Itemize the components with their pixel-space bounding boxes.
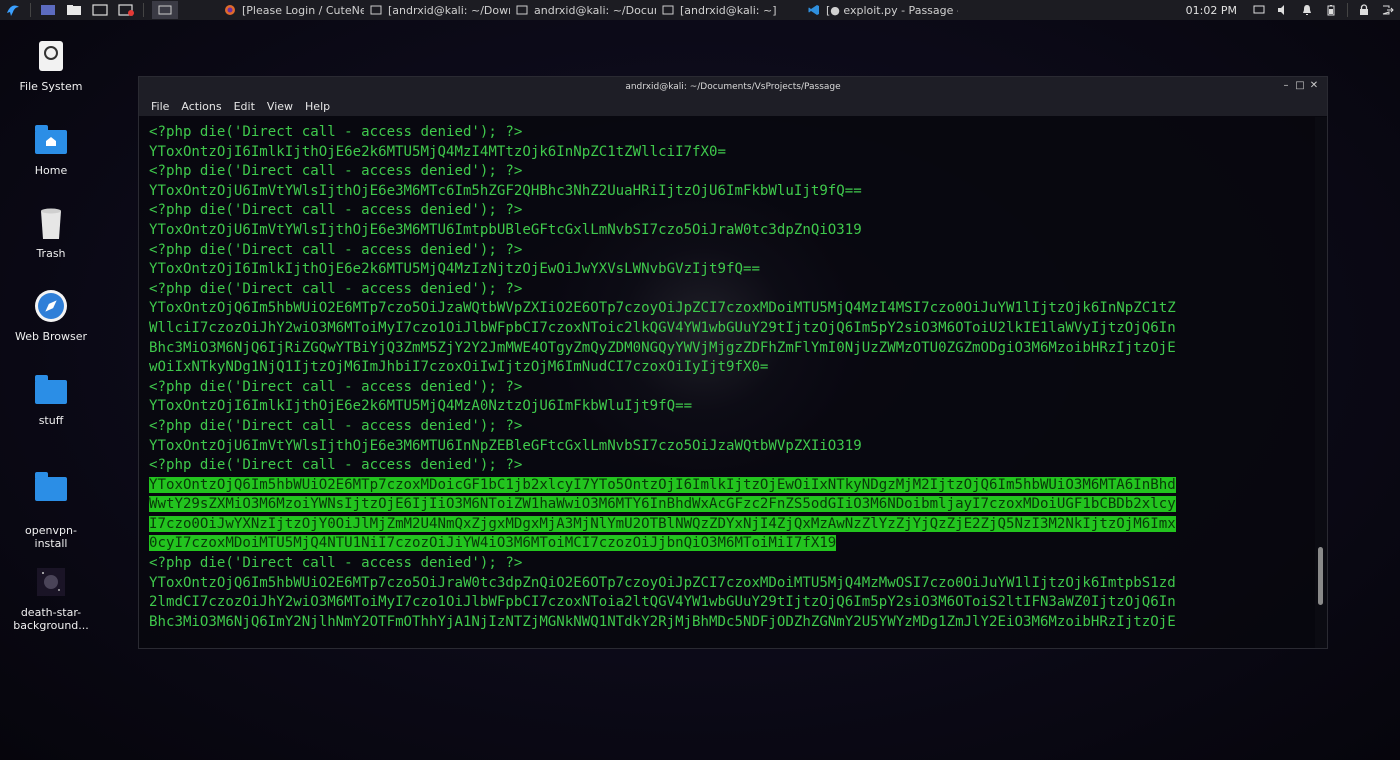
terminal-line: <?php die('Direct call - access denied')… xyxy=(149,457,523,474)
desktop-icon-web-browser[interactable]: Web Browser xyxy=(6,288,96,343)
maximize-icon[interactable]: □ xyxy=(1293,80,1307,92)
notification-icon[interactable] xyxy=(1300,3,1314,17)
terminal-line: <?php die('Direct call - access denied')… xyxy=(149,124,523,140)
terminal-line: YToxOntzOjU6ImVtYWlsIjthOjE6e3M6MTU6Imtp… xyxy=(149,221,862,238)
firefox-icon xyxy=(225,5,235,15)
selected-line: YToxOntzOjQ6Im5hbWUiO2E6MTp7czoxMDoicGF1… xyxy=(149,476,1176,493)
terminal-line: wOiIxNTkyNDg1NjQ1IjtzOjM6ImJhbiI7czoxOiI… xyxy=(149,359,769,376)
terminal-line: YToxOntzOjU6ImVtYWlsIjthOjE6e3M6MTc6Im5h… xyxy=(149,182,862,199)
folder-icon xyxy=(33,372,69,408)
terminal-line: Bhc3MiO3M6NjQ6IjRiZGQwYTBiYjQ3ZmM5ZjY2Y2… xyxy=(149,339,1176,356)
home-folder-icon xyxy=(33,122,69,158)
task-terminal-home[interactable]: [andrxid@kali: ~] xyxy=(656,0,802,20)
terminal-launcher-icon[interactable] xyxy=(91,3,109,17)
separator xyxy=(30,3,31,17)
desktop-icon-death-star-background[interactable]: death-star- background... xyxy=(6,538,96,645)
task-terminal-downloads[interactable]: [andrxid@kali: ~/Downl... xyxy=(364,0,510,20)
desktop-icon-label: Trash xyxy=(36,247,66,260)
desktop-icon-label: File System xyxy=(19,80,83,93)
vscode-icon xyxy=(808,5,819,15)
desktop-icon-label: death-star- background... xyxy=(13,606,89,632)
terminal-line: <?php die('Direct call - access denied')… xyxy=(149,378,523,395)
terminal-output[interactable]: <?php die('Direct call - access denied')… xyxy=(139,117,1315,648)
terminal-line: Bhc3MiO3M6NjQ6ImY2NjlhNmY2OTFmOThhYjA1Nj… xyxy=(149,613,1176,630)
power-icon[interactable] xyxy=(1324,3,1338,17)
desktop-icon-stuff[interactable]: stuff xyxy=(6,372,96,427)
volume-icon[interactable] xyxy=(1276,3,1290,17)
window-controls: – □ ✕ xyxy=(1279,80,1321,92)
separator xyxy=(143,3,144,17)
scrollbar-thumb[interactable] xyxy=(1318,547,1323,605)
desktop-icon-home[interactable]: Home xyxy=(6,122,96,177)
menu-actions[interactable]: Actions xyxy=(181,100,221,113)
desktop-icon-label: Web Browser xyxy=(14,330,88,343)
task-label: [andrxid@kali: ~] xyxy=(680,3,777,17)
terminal-line: YToxOntzOjI6ImlkIjthOjE6e2k6MTU5MjQ4MzI4… xyxy=(149,143,726,160)
workspace-icon[interactable] xyxy=(152,1,178,19)
root-terminal-icon[interactable] xyxy=(117,3,135,17)
kali-menu-icon[interactable] xyxy=(4,3,22,17)
terminal-line: 2lmdCI7czozOiJhY2wiO3M6MToiMyI7czo1OiJlb… xyxy=(149,594,1176,611)
menu-bar: File Actions Edit View Help xyxy=(139,96,1327,116)
desktop-icon-label: Home xyxy=(34,164,68,177)
desktop-icon-label: stuff xyxy=(38,414,64,427)
task-terminal-documents[interactable]: andrxid@kali: ~/Docum... xyxy=(510,0,656,20)
window-title: andrxid@kali: ~/Documents/VsProjects/Pas… xyxy=(625,81,841,92)
task-vscode[interactable]: [● exploit.py - Passage - ... xyxy=(802,0,958,20)
display-icon[interactable] xyxy=(1252,3,1266,17)
show-desktop-icon[interactable] xyxy=(39,3,57,17)
terminal-line: YToxOntzOjI6ImlkIjthOjE6e2k6MTU5MjQ4MzA0… xyxy=(149,398,693,415)
task-label: [andrxid@kali: ~/Downl... xyxy=(388,3,510,17)
minimize-icon[interactable]: – xyxy=(1279,80,1293,92)
terminal-line: WllciI7czozOiJhY2wiO3M6MToiMyI7czo1OiJlb… xyxy=(149,319,1176,336)
terminal-line: YToxOntzOjU6ImVtYWlsIjthOjE6e3M6MTU6InNp… xyxy=(149,437,862,454)
terminal-window[interactable]: andrxid@kali: ~/Documents/VsProjects/Pas… xyxy=(138,76,1328,649)
terminal-icon xyxy=(370,5,382,15)
top-panel: [Please Login / CuteNew... [andrxid@kali… xyxy=(0,0,1400,20)
terminal-line: <?php die('Direct call - access denied')… xyxy=(149,202,523,219)
desktop-icon-trash[interactable]: Trash xyxy=(6,205,96,260)
launcher-group xyxy=(0,0,182,20)
menu-view[interactable]: View xyxy=(267,100,293,113)
file-manager-icon[interactable] xyxy=(65,3,83,17)
task-label: [● exploit.py - Passage - ... xyxy=(826,3,958,17)
menu-help[interactable]: Help xyxy=(305,100,330,113)
terminal-line: YToxOntzOjQ6Im5hbWUiO2E6MTp7czo5OiJraW0t… xyxy=(149,574,1176,591)
task-label: [Please Login / CuteNew... xyxy=(242,3,364,17)
terminal-icon xyxy=(662,5,674,15)
image-thumbnail-icon xyxy=(33,551,69,596)
desktop-icon-file-system[interactable]: File System xyxy=(6,38,96,93)
terminal-line: <?php die('Direct call - access denied')… xyxy=(149,555,523,572)
clock[interactable]: 01:02 PM xyxy=(1186,4,1237,17)
terminal-line: <?php die('Direct call - access denied')… xyxy=(149,280,523,297)
scrollbar[interactable] xyxy=(1315,117,1327,648)
task-firefox[interactable]: [Please Login / CuteNew... xyxy=(218,0,364,20)
selected-line: 0cyI7czoxMDoiMTU5MjQ4NTU1NiI7czozOiJiYW4… xyxy=(149,535,837,552)
compass-icon xyxy=(33,288,69,324)
system-tray: 01:02 PM xyxy=(1186,0,1400,20)
selected-line: I7czo0OiJwYXNzIjtzOjY0OiJlMjZmM2U4NmQxZj… xyxy=(149,515,1176,532)
menu-edit[interactable]: Edit xyxy=(234,100,255,113)
trash-icon xyxy=(33,205,69,241)
selected-text-block[interactable]: YToxOntzOjQ6Im5hbWUiO2E6MTp7czoxMDoicGF1… xyxy=(149,476,1315,554)
menu-file[interactable]: File xyxy=(151,100,169,113)
separator xyxy=(1347,3,1348,17)
close-icon[interactable]: ✕ xyxy=(1307,80,1321,92)
terminal-line: <?php die('Direct call - access denied')… xyxy=(149,241,523,258)
terminal-line: YToxOntzOjI6ImlkIjthOjE6e2k6MTU5MjQ4MzIz… xyxy=(149,261,760,278)
selected-line: WwtY29sZXMiO3M6MzoiYWNsIjtzOjE6IjIiO3M6N… xyxy=(149,496,1176,513)
terminal-line: <?php die('Direct call - access denied')… xyxy=(149,417,523,434)
terminal-line: <?php die('Direct call - access denied')… xyxy=(149,163,523,180)
window-titlebar[interactable]: andrxid@kali: ~/Documents/VsProjects/Pas… xyxy=(139,77,1327,96)
lock-icon[interactable] xyxy=(1357,3,1371,17)
task-label: andrxid@kali: ~/Docum... xyxy=(534,3,656,17)
terminal-line: YToxOntzOjQ6Im5hbWUiO2E6MTp7czo5OiJzaWQt… xyxy=(149,300,1176,317)
folder-icon xyxy=(33,469,69,505)
drive-icon xyxy=(33,38,69,74)
terminal-icon xyxy=(516,5,528,15)
logout-icon[interactable] xyxy=(1381,3,1395,17)
